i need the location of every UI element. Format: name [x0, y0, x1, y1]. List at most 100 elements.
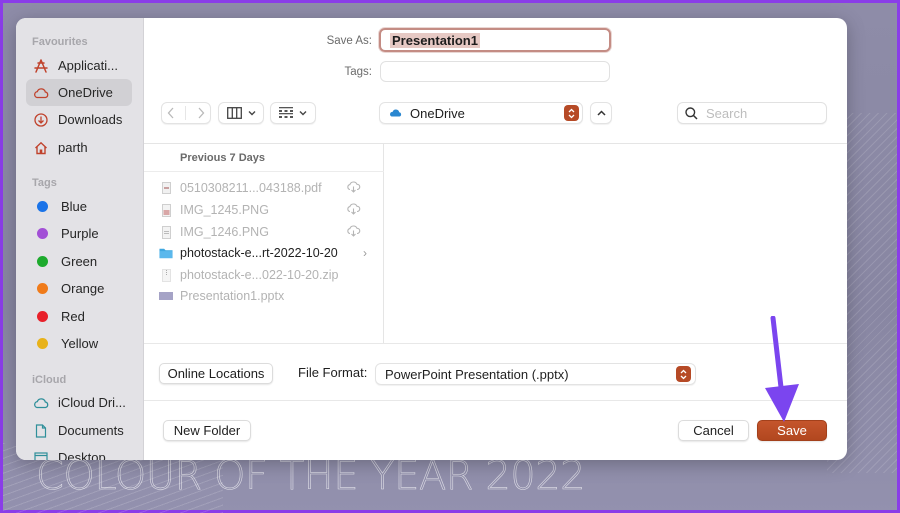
tag-dot-icon	[37, 228, 48, 239]
tag-dot-icon	[37, 201, 48, 212]
sidebar-item-desktop[interactable]: Desktop	[26, 444, 132, 460]
new-folder-button[interactable]: New Folder	[163, 420, 251, 441]
pdf-file-icon	[159, 181, 173, 196]
sidebar-tag-red[interactable]: Red	[26, 303, 132, 330]
tag-dot-icon	[37, 283, 48, 294]
file-row[interactable]: Presentation1.pptx	[159, 286, 381, 306]
tags-label: Tags:	[344, 66, 373, 78]
sidebar-item-label: Purple	[61, 226, 99, 241]
save-as-label: Save As:	[326, 35, 372, 47]
sidebar-item-documents[interactable]: Documents	[26, 417, 132, 444]
chevron-right-icon: ›	[363, 246, 367, 260]
save-as-input[interactable]: Presentation1	[379, 28, 611, 52]
chevron-left-icon	[167, 107, 174, 119]
view-mode-button[interactable]	[218, 102, 264, 124]
sidebar-item-label: Orange	[61, 281, 105, 296]
group-by-button[interactable]	[270, 102, 316, 124]
file-row[interactable]: 0510308211...043188.pdf	[159, 178, 381, 198]
divider	[144, 171, 384, 172]
desktop-icon	[33, 450, 49, 460]
applications-icon	[33, 58, 49, 74]
chevron-up-icon	[596, 110, 606, 116]
onedrive-icon	[390, 109, 402, 117]
pptx-file-icon	[159, 289, 173, 304]
sidebar-item-label: Documents	[58, 423, 124, 438]
file-row[interactable]: photostack-e...022-10-20.zip	[159, 265, 381, 285]
tag-dot-icon	[37, 311, 48, 322]
sidebar-tag-yellow[interactable]: Yellow	[26, 330, 132, 357]
sidebar-item-applications[interactable]: Applicati...	[26, 52, 132, 79]
home-icon	[33, 140, 49, 156]
columns-view-icon	[226, 107, 242, 119]
search-input[interactable]: Search	[677, 102, 827, 124]
file-name: photostack-e...022-10-20.zip	[180, 268, 339, 282]
sidebar-item-label: Yellow	[61, 336, 99, 351]
file-list: Previous 7 Days 0510308211...043188.pdf …	[144, 143, 384, 343]
image-file-icon	[159, 203, 173, 218]
sidebar-tag-green[interactable]: Green	[26, 248, 132, 275]
sidebar-item-label: iCloud Dri...	[58, 395, 126, 410]
back-forward-buttons	[161, 102, 211, 124]
sidebar-item-label: Downloads	[58, 112, 123, 127]
icloud-icon	[33, 395, 49, 411]
sidebar-item-label: Red	[61, 309, 85, 324]
sidebar-tag-purple[interactable]: Purple	[26, 220, 132, 247]
document-icon	[33, 423, 49, 439]
save-button[interactable]: Save	[757, 420, 827, 441]
file-format-value: PowerPoint Presentation (.pptx)	[385, 366, 569, 382]
folder-row[interactable]: photostack-e...rt-2022-10-20 ›	[159, 243, 381, 263]
folder-icon	[159, 246, 173, 261]
search-placeholder: Search	[706, 105, 748, 121]
zip-file-icon	[159, 268, 173, 283]
location-dropdown[interactable]: OneDrive	[379, 102, 583, 124]
sidebar-item-home[interactable]: parth	[26, 134, 132, 161]
file-name: 0510308211...043188.pdf	[180, 181, 322, 195]
cloud-icon	[33, 85, 49, 101]
dropdown-stepper-icon	[676, 366, 691, 382]
sidebar-item-label: parth	[58, 140, 88, 155]
search-icon	[685, 106, 698, 120]
folder-name: photostack-e...rt-2022-10-20	[180, 246, 338, 260]
sidebar-item-label: Desktop	[58, 450, 106, 460]
file-format-dropdown[interactable]: PowerPoint Presentation (.pptx)	[375, 363, 696, 385]
sidebar-section-tags: Tags	[32, 177, 57, 189]
file-name: Presentation1.pptx	[180, 289, 285, 303]
divider	[144, 343, 847, 344]
image-file-icon	[159, 225, 173, 240]
divider	[144, 400, 847, 401]
tag-dot-icon	[37, 338, 48, 349]
sidebar-item-label: OneDrive	[58, 85, 113, 100]
location-value: OneDrive	[410, 105, 465, 121]
save-as-value: Presentation1	[390, 32, 480, 48]
cloud-download-icon[interactable]	[346, 180, 361, 196]
tag-dot-icon	[37, 256, 48, 267]
sidebar-section-icloud: iCloud	[32, 374, 67, 386]
save-dialog: Favourites Applicati... OneDrive Downloa…	[16, 18, 847, 460]
file-name: IMG_1245.PNG	[180, 203, 269, 217]
collapse-button[interactable]	[590, 102, 612, 124]
online-locations-button[interactable]: Online Locations	[159, 363, 273, 384]
file-row[interactable]: IMG_1246.PNG	[159, 222, 381, 242]
sidebar-item-onedrive[interactable]: OneDrive	[26, 79, 132, 106]
preview-pane	[384, 143, 847, 343]
sidebar-item-icloud-drive[interactable]: iCloud Dri...	[26, 389, 132, 416]
chevron-down-icon	[299, 111, 307, 116]
sidebar-item-label: Green	[61, 254, 98, 269]
tags-input[interactable]	[380, 61, 610, 82]
chevron-right-icon	[198, 107, 205, 119]
dropdown-stepper-icon	[564, 105, 579, 121]
grid-group-icon	[279, 107, 293, 118]
cancel-button[interactable]: Cancel	[678, 420, 749, 441]
sidebar: Favourites Applicati... OneDrive Downloa…	[16, 18, 144, 460]
sidebar-section-favourites: Favourites	[32, 36, 88, 48]
sidebar-item-downloads[interactable]: Downloads	[26, 106, 132, 133]
download-icon	[33, 112, 49, 128]
back-button[interactable]	[167, 107, 175, 119]
forward-button[interactable]	[197, 107, 205, 119]
sidebar-item-label: Applicati...	[58, 58, 118, 73]
cloud-download-icon[interactable]	[346, 202, 361, 218]
sidebar-tag-blue[interactable]: Blue	[26, 193, 132, 220]
sidebar-tag-orange[interactable]: Orange	[26, 275, 132, 302]
file-row[interactable]: IMG_1245.PNG	[159, 200, 381, 220]
cloud-download-icon[interactable]	[346, 224, 361, 240]
